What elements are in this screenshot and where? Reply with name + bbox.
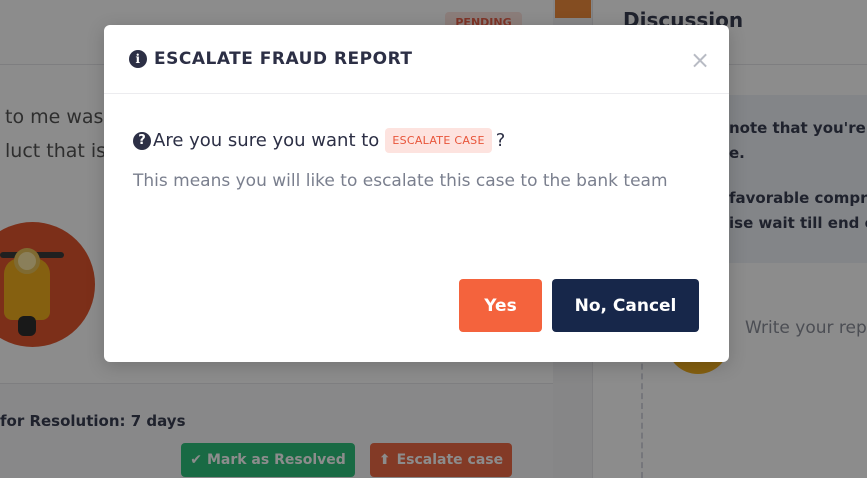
cancel-button[interactable]: No, Cancel — [552, 279, 699, 332]
confirm-question: ? Are you sure you want to ESCALATE CASE… — [133, 128, 505, 153]
modal-header: i ESCALATE FRAUD REPORT × — [104, 25, 729, 94]
question-circle-icon: ? — [133, 131, 151, 150]
close-icon[interactable]: × — [690, 48, 710, 72]
question-prefix: Are you sure you want to — [153, 130, 380, 151]
yes-button[interactable]: Yes — [459, 279, 542, 332]
question-suffix: ? — [495, 130, 506, 151]
escalate-case-badge: ESCALATE CASE — [385, 128, 492, 153]
info-icon: i — [129, 50, 147, 68]
modal-title: i ESCALATE FRAUD REPORT — [129, 49, 413, 69]
modal-title-text: ESCALATE FRAUD REPORT — [154, 49, 413, 69]
confirm-explanation: This means you will like to escalate thi… — [133, 171, 668, 191]
escalate-modal: i ESCALATE FRAUD REPORT × ? Are you sure… — [104, 25, 729, 362]
